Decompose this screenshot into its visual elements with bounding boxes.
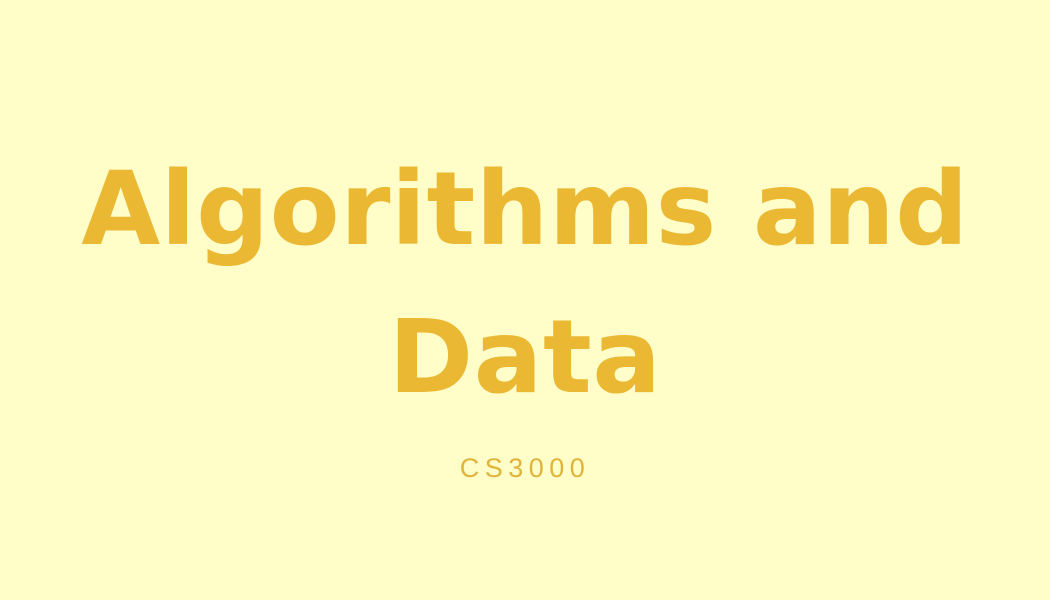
- slide-title: Algorithms and Data: [0, 136, 1050, 432]
- title-slide: Algorithms and Data CS3000: [0, 0, 1050, 600]
- course-code: CS3000: [459, 453, 591, 483]
- slide-title-line-1: Algorithms and: [81, 150, 969, 269]
- slide-title-line-2: Data: [388, 298, 662, 417]
